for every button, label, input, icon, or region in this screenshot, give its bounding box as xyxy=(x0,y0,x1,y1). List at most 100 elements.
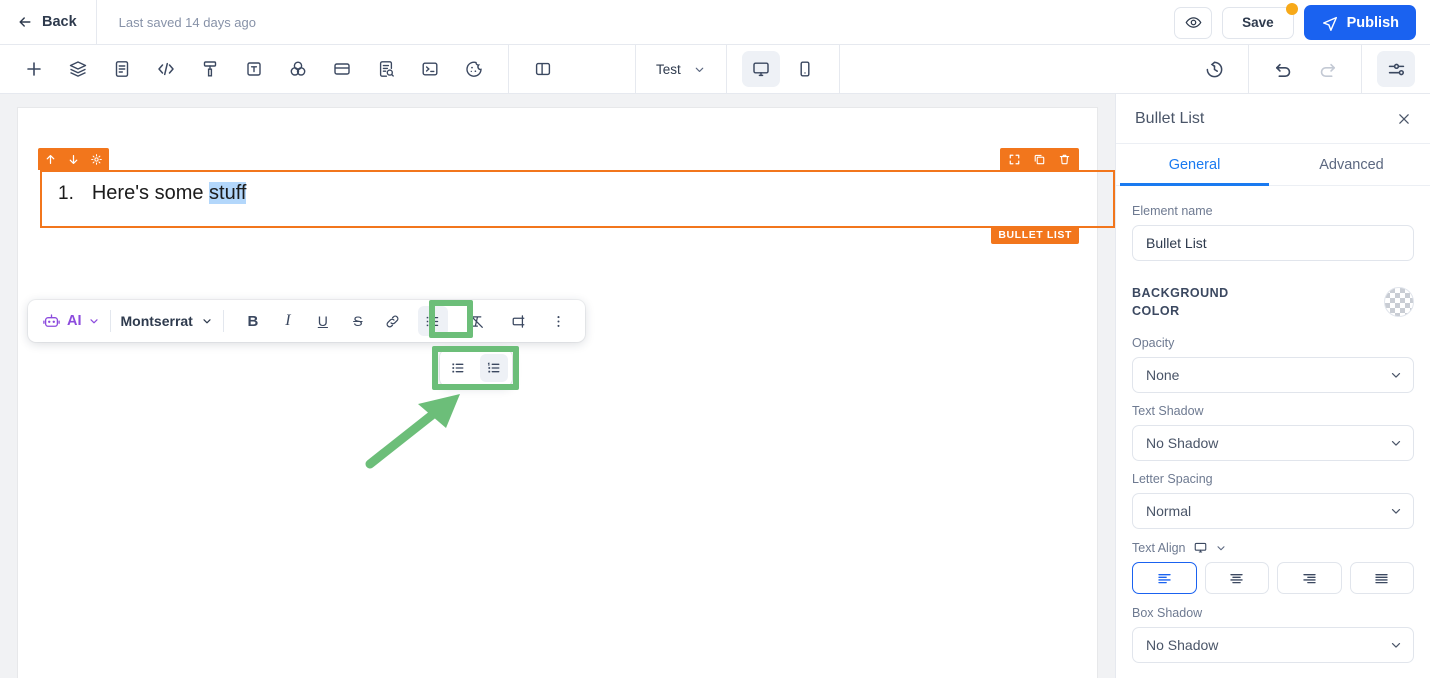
underline-button[interactable]: U xyxy=(308,306,338,336)
layers-icon[interactable] xyxy=(59,51,97,87)
element-move-toolbar xyxy=(38,148,109,170)
move-down-icon[interactable] xyxy=(67,153,80,166)
text-shadow-select[interactable]: No Shadow xyxy=(1132,425,1414,461)
element-type-badge: BULLET LIST xyxy=(991,226,1079,244)
divider xyxy=(1248,45,1249,93)
cookies-icon[interactable] xyxy=(455,51,493,87)
top-bar-actions: Save Publish xyxy=(1174,0,1416,45)
tab-general[interactable]: General xyxy=(1116,144,1273,186)
panel-title: Bullet List xyxy=(1135,109,1205,127)
opacity-value: None xyxy=(1146,367,1180,383)
font-family-label: Montserrat xyxy=(120,313,193,329)
colors-icon[interactable] xyxy=(279,51,317,87)
tab-advanced[interactable]: Advanced xyxy=(1273,144,1430,185)
letter-spacing-field: Letter Spacing Normal xyxy=(1132,472,1414,529)
text-align-label: Text Align xyxy=(1132,540,1186,555)
text-align-header: Text Align xyxy=(1132,540,1414,555)
terminal-prompt-icon xyxy=(422,62,438,76)
duplicate-icon[interactable] xyxy=(1033,153,1046,166)
gear-icon[interactable] xyxy=(90,153,103,166)
breakpoint-label: Test xyxy=(656,61,681,77)
app-root: Back Last saved 14 days ago Save Publish xyxy=(0,0,1430,678)
chevron-down-icon xyxy=(203,319,211,324)
box-shadow-value: No Shadow xyxy=(1146,637,1219,653)
inline-element-button[interactable] xyxy=(504,306,534,336)
undo-button[interactable] xyxy=(1264,51,1302,87)
save-button[interactable]: Save xyxy=(1222,2,1298,39)
align-left-button[interactable] xyxy=(1132,562,1197,594)
back-button[interactable]: Back xyxy=(17,14,77,30)
italic-button[interactable]: I xyxy=(273,306,303,336)
expand-icon[interactable] xyxy=(1008,153,1021,166)
add-icon[interactable] xyxy=(15,51,53,87)
desktop-view-button[interactable] xyxy=(741,51,780,87)
close-panel-button[interactable] xyxy=(1396,111,1412,127)
divider xyxy=(725,45,727,93)
align-left-icon xyxy=(1158,573,1171,583)
align-justify-icon xyxy=(1375,573,1388,583)
more-vertical-icon xyxy=(557,315,560,327)
more-options-button[interactable] xyxy=(544,306,574,336)
box-shadow-select[interactable]: No Shadow xyxy=(1132,627,1414,663)
seo-icon[interactable] xyxy=(367,51,405,87)
link-button[interactable] xyxy=(378,306,408,336)
ai-robot-icon xyxy=(43,313,60,327)
plus-icon xyxy=(27,62,41,76)
opacity-select[interactable]: None xyxy=(1132,357,1414,393)
bold-button[interactable]: B xyxy=(238,306,268,336)
green-arrow-annotation xyxy=(365,394,460,469)
sliders-icon xyxy=(1388,63,1404,75)
italic-label: I xyxy=(285,312,291,329)
ai-button[interactable]: AI xyxy=(42,312,100,331)
pages-icon[interactable] xyxy=(103,51,141,87)
code-icon[interactable] xyxy=(147,51,185,87)
trash-icon[interactable] xyxy=(1058,153,1071,166)
text-align-field: Text Align xyxy=(1132,540,1414,594)
section-icon[interactable] xyxy=(323,51,361,87)
background-color-swatch[interactable] xyxy=(1384,287,1414,317)
list-item[interactable]: 1. Here's some stuff xyxy=(58,182,247,205)
divider xyxy=(222,310,224,332)
list-item-text[interactable]: Here's some stuff xyxy=(92,182,247,205)
send-icon xyxy=(1322,16,1337,31)
cookie-icon xyxy=(466,61,482,77)
unsaved-changes-dot xyxy=(1285,2,1298,15)
breakpoint-selector[interactable]: Test xyxy=(636,62,726,77)
align-right-button[interactable] xyxy=(1277,562,1342,594)
box-shadow-field: Box Shadow No Shadow xyxy=(1132,606,1414,663)
redo-button[interactable] xyxy=(1308,51,1346,87)
page-preview[interactable]: 1. Here's some stuff BULLET LIST xyxy=(18,108,1115,678)
theme-icon[interactable] xyxy=(191,51,229,87)
element-name-input[interactable] xyxy=(1132,225,1414,261)
element-name-field: Element name xyxy=(1132,204,1414,261)
text-shadow-field: Text Shadow No Shadow xyxy=(1132,404,1414,461)
list-item-marker: 1. xyxy=(58,183,74,204)
back-label: Back xyxy=(42,14,77,30)
move-up-icon[interactable] xyxy=(44,153,57,166)
strikethrough-button[interactable]: S xyxy=(343,306,373,336)
terminal-icon[interactable] xyxy=(411,51,449,87)
divider xyxy=(838,45,840,93)
letter-spacing-select[interactable]: Normal xyxy=(1132,493,1414,529)
panel-settings-button[interactable] xyxy=(1377,51,1415,87)
font-family-selector[interactable]: Montserrat xyxy=(121,313,213,329)
split-view-icon xyxy=(535,62,551,76)
top-bar: Back Last saved 14 days ago Save Publish xyxy=(0,0,1430,45)
text-icon[interactable] xyxy=(235,51,273,87)
canvas-area[interactable]: 1. Here's some stuff BULLET LIST AI Mont… xyxy=(0,94,1115,678)
panel-tabs: General Advanced xyxy=(1116,144,1430,186)
history-button[interactable] xyxy=(1195,51,1233,87)
mobile-view-button[interactable] xyxy=(786,51,824,87)
background-color-row: BACKGROUND COLOR xyxy=(1132,284,1414,320)
list-button-highlight xyxy=(429,300,473,338)
preview-button[interactable] xyxy=(1174,6,1213,39)
monitor-icon[interactable] xyxy=(1193,540,1208,555)
align-justify-button[interactable] xyxy=(1349,562,1414,594)
close-icon xyxy=(1399,113,1409,124)
split-panel-icon[interactable] xyxy=(524,51,562,87)
chevron-down-icon[interactable] xyxy=(1215,542,1227,554)
publish-button[interactable]: Publish xyxy=(1303,5,1416,40)
phone-icon xyxy=(800,61,810,77)
align-center-button[interactable] xyxy=(1204,562,1269,594)
layers-stack-icon xyxy=(69,61,87,77)
